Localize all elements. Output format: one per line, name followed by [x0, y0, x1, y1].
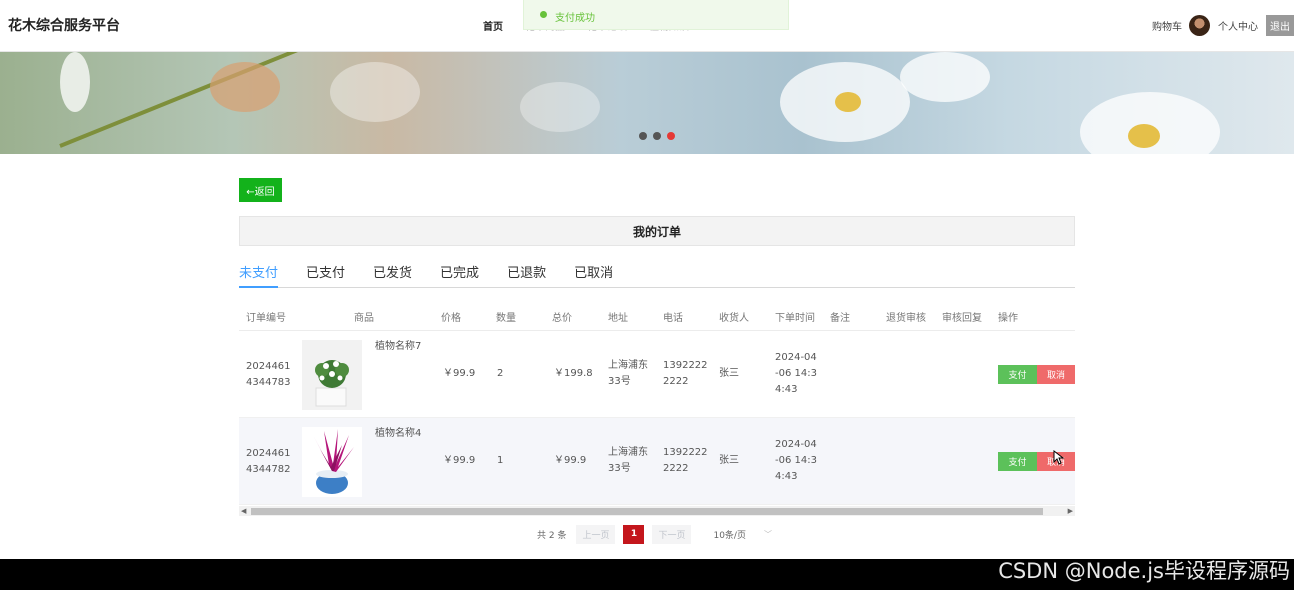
toast-message: 支付成功	[555, 13, 595, 24]
flower-center	[1128, 124, 1160, 148]
scroll-right-icon[interactable]: ▶	[1068, 507, 1073, 515]
success-icon	[540, 11, 547, 18]
page-size-select[interactable]: 10条/页	[713, 528, 746, 541]
flower-petal	[330, 62, 420, 122]
logout-button[interactable]: 退出	[1266, 14, 1294, 36]
tab-unpaid[interactable]: 未支付	[239, 264, 279, 288]
table-row: 20244614344783 植物名称7 ￥99.9 2 ￥199.8 上海浦东…	[239, 331, 1075, 418]
tab-shipped[interactable]: 已发货	[373, 264, 412, 288]
carousel-dot[interactable]	[653, 132, 661, 140]
orders-table: 订单编号 商品 价格 数量 总价 地址 电话 收货人 下单时间 备注 退货审核 …	[239, 300, 1075, 506]
col-phone: 电话	[663, 313, 683, 324]
order-time: 2024-04-06 14:34:43	[775, 352, 817, 395]
price: ￥99.9	[443, 368, 476, 379]
order-no: 20244614344783	[246, 361, 291, 388]
product-name[interactable]: 植物名称4	[375, 426, 421, 442]
back-button[interactable]: ←返回	[239, 178, 282, 202]
mouse-cursor-icon	[1053, 450, 1065, 465]
phone: 13922222222	[663, 360, 708, 387]
pagination: 共 2 条 上一页 1 下一页 10条/页 ﹀	[537, 524, 772, 544]
phone: 13922222222	[663, 447, 708, 474]
col-price: 价格	[441, 313, 461, 324]
col-product: 商品	[354, 313, 374, 324]
col-total: 总价	[552, 313, 572, 324]
total-count: 共 2 条	[537, 530, 567, 541]
next-page-button[interactable]: 下一页	[652, 524, 692, 544]
tab-refunded[interactable]: 已退款	[507, 264, 546, 288]
col-order-no: 订单编号	[246, 313, 286, 324]
receiver: 张三	[719, 368, 739, 379]
col-actions: 操作	[998, 313, 1018, 324]
order-time: 2024-04-06 14:34:43	[775, 439, 817, 482]
current-page[interactable]: 1	[623, 524, 645, 544]
tab-completed[interactable]: 已完成	[440, 264, 479, 288]
watermark: CSDN @Node.js毕设程序源码	[998, 559, 1290, 583]
table-header: 订单编号 商品 价格 数量 总价 地址 电话 收货人 下单时间 备注 退货审核 …	[239, 300, 1075, 331]
flower-petal	[520, 82, 600, 132]
total-price: ￥99.9	[554, 455, 587, 466]
address: 上海浦东33号	[608, 447, 648, 474]
carousel-dot-active[interactable]	[667, 132, 675, 140]
col-return-review: 退货审核	[886, 313, 926, 324]
col-address: 地址	[608, 313, 628, 324]
total-price: ￥199.8	[554, 368, 593, 379]
flower-center	[210, 62, 280, 112]
site-brand[interactable]: 花木综合服务平台	[8, 15, 120, 35]
pay-button[interactable]: 支付	[998, 452, 1037, 471]
top-header: 花木综合服务平台 首页 花木商品 花木论坛 植物知识 支付成功 购物车 个人中心…	[0, 0, 1294, 52]
scroll-left-icon[interactable]: ◀	[241, 507, 246, 515]
carousel-dots	[639, 132, 675, 140]
quantity: 1	[497, 455, 504, 466]
potted-purple-plant-icon	[302, 427, 362, 497]
flower-center	[835, 92, 861, 112]
receiver: 张三	[719, 455, 739, 466]
flower-petal	[900, 52, 990, 102]
nav-home[interactable]: 首页	[483, 18, 503, 33]
header-user-area: 购物车 个人中心 退出	[1152, 13, 1294, 37]
cancel-button[interactable]: 取消	[1037, 365, 1075, 384]
carousel-dot[interactable]	[639, 132, 647, 140]
prev-page-button[interactable]: 上一页	[576, 524, 616, 544]
tab-cancelled[interactable]: 已取消	[574, 264, 613, 288]
order-no: 20244614344782	[246, 448, 291, 475]
product-name[interactable]: 植物名称7	[375, 339, 421, 355]
page-title: 我的订单	[239, 216, 1075, 246]
user-center-link[interactable]: 个人中心	[1218, 18, 1258, 33]
potted-white-flower-icon	[302, 340, 362, 410]
pay-button[interactable]: 支付	[998, 365, 1037, 384]
col-receiver: 收货人	[719, 313, 749, 324]
scrollbar-thumb[interactable]	[251, 508, 1043, 515]
chevron-down-icon[interactable]: ﹀	[764, 529, 772, 540]
success-toast: 支付成功	[523, 0, 789, 30]
price: ￥99.9	[443, 455, 476, 466]
avatar[interactable]	[1189, 14, 1210, 36]
col-qty: 数量	[496, 313, 516, 324]
hero-banner	[0, 52, 1294, 154]
tab-paid[interactable]: 已支付	[306, 264, 345, 288]
table-row: 20244614344782 植物名称4 ￥99.9 1 ￥99.9 上海浦东3…	[239, 418, 1075, 505]
col-time: 下单时间	[775, 313, 815, 324]
quantity: 2	[497, 368, 504, 379]
address: 上海浦东33号	[608, 360, 648, 387]
col-review-reply: 审核回复	[942, 313, 982, 324]
col-note: 备注	[830, 313, 850, 324]
flower-petal	[60, 52, 90, 112]
table-horizontal-scrollbar[interactable]: ◀ ▶	[239, 506, 1075, 516]
order-status-tabs: 未支付 已支付 已发货 已完成 已退款 已取消	[239, 264, 1075, 288]
cart-link[interactable]: 购物车	[1152, 18, 1182, 33]
